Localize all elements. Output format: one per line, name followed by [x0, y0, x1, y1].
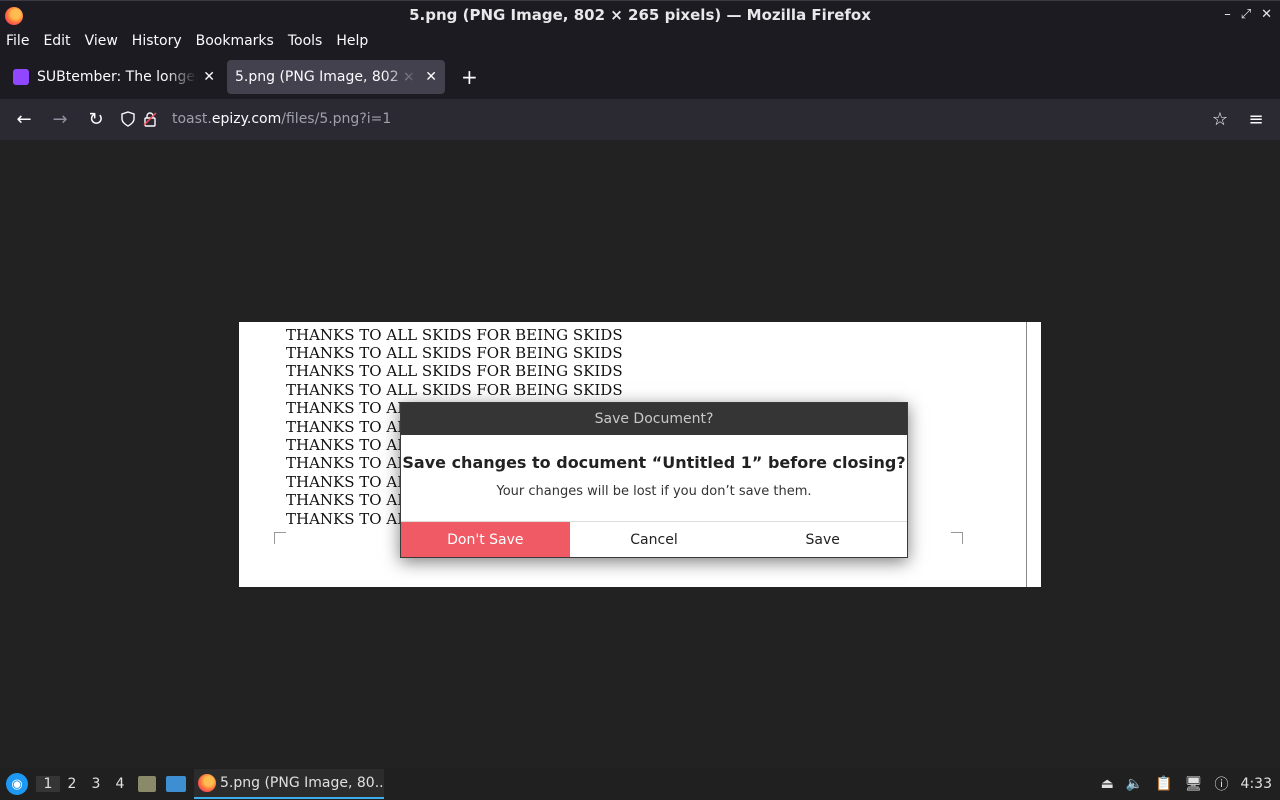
- back-button[interactable]: ←: [6, 104, 42, 136]
- menu-edit[interactable]: Edit: [43, 33, 70, 49]
- clock[interactable]: 4:33: [1241, 776, 1272, 792]
- tab-subtember[interactable]: SUBtember: The longer the ✕: [5, 60, 223, 94]
- menu-view[interactable]: View: [85, 33, 118, 49]
- menu-file[interactable]: File: [6, 33, 29, 49]
- tab-label: 5.png (PNG Image, 802 × 265: [235, 69, 419, 85]
- navigation-toolbar: ← → ↻ toast.epizy.com/files/5.png?i=1 ☆ …: [0, 99, 1280, 140]
- window-titlebar: 5.png (PNG Image, 802 × 265 pixels) — Mo…: [0, 0, 1280, 29]
- network-icon[interactable]: 🖥: [1185, 776, 1203, 792]
- taskbar: ◉ 1 2 3 4 5.png (PNG Image, 80... ⏏ 🔈 📋 …: [0, 768, 1280, 800]
- firefox-icon: [5, 7, 23, 25]
- dialog-title: Save Document?: [401, 403, 907, 435]
- task-label: 5.png (PNG Image, 80...: [220, 775, 384, 791]
- reload-button[interactable]: ↻: [78, 104, 114, 136]
- app-menu-icon[interactable]: ≡: [1238, 104, 1274, 136]
- tab-strip: SUBtember: The longer the ✕ 5.png (PNG I…: [0, 55, 1280, 99]
- system-tray: ⏏ 🔈 📋 🖥 ⓘ 4:33: [1101, 768, 1280, 800]
- tab-label: SUBtember: The longer the: [37, 69, 198, 85]
- window-title: 5.png (PNG Image, 802 × 265 pixels) — Mo…: [409, 6, 871, 24]
- volume-icon[interactable]: 🔈: [1126, 776, 1143, 792]
- workspace-1[interactable]: 1: [36, 776, 60, 792]
- url-prefix: toast.: [172, 111, 212, 127]
- maximize-button[interactable]: ⤢: [1241, 7, 1251, 22]
- dont-save-button[interactable]: Don't Save: [401, 522, 570, 557]
- desktop-icon[interactable]: [166, 776, 186, 792]
- save-button[interactable]: Save: [738, 522, 907, 557]
- app-launcher-icon[interactable]: ◉: [6, 773, 28, 795]
- lock-icon[interactable]: [142, 111, 158, 127]
- page-content: THANKS TO ALL SKIDS FOR BEING SKIDS THAN…: [0, 140, 1280, 768]
- minimize-button[interactable]: –: [1224, 7, 1231, 22]
- taskbar-firefox-item[interactable]: 5.png (PNG Image, 80...: [194, 769, 384, 799]
- close-tab-icon[interactable]: ✕: [425, 69, 437, 85]
- menu-help[interactable]: Help: [336, 33, 368, 49]
- corner-mark: [951, 532, 963, 544]
- corner-mark: [274, 532, 286, 544]
- image-edge-line: [1026, 322, 1027, 587]
- dialog-buttons: Don't Save Cancel Save: [401, 521, 907, 557]
- image-text-line: THANKS TO ALL SKIDS FOR BEING SKIDS: [286, 362, 623, 380]
- menu-history[interactable]: History: [132, 33, 182, 49]
- close-tab-icon[interactable]: ✕: [203, 69, 215, 85]
- save-document-dialog: Save Document? Save changes to document …: [400, 402, 908, 558]
- menu-tools[interactable]: Tools: [288, 33, 323, 49]
- file-manager-icon[interactable]: [138, 776, 156, 792]
- tab-5png[interactable]: 5.png (PNG Image, 802 × 265 ✕: [227, 60, 445, 94]
- menu-bar: File Edit View History Bookmarks Tools H…: [0, 29, 1280, 53]
- notification-icon[interactable]: ⓘ: [1215, 774, 1229, 794]
- workspace-3[interactable]: 3: [84, 776, 108, 792]
- image-text-line: THANKS TO ALL SKIDS FOR BEING SKIDS: [286, 344, 623, 362]
- window-controls: – ⤢ ✕: [1224, 7, 1272, 22]
- url-domain: epizy.com: [211, 111, 282, 127]
- clipboard-icon[interactable]: 📋: [1155, 776, 1172, 792]
- menu-bookmarks[interactable]: Bookmarks: [196, 33, 274, 49]
- cancel-button[interactable]: Cancel: [570, 522, 739, 557]
- workspace-4[interactable]: 4: [108, 776, 132, 792]
- close-window-button[interactable]: ✕: [1261, 7, 1272, 22]
- tracking-protection-icon[interactable]: [120, 111, 136, 127]
- url-path: /files/5.png?i=1: [281, 111, 392, 127]
- dialog-heading: Save changes to document “Untitled 1” be…: [402, 453, 906, 472]
- tray-storage-icon[interactable]: ⏏: [1101, 776, 1114, 792]
- workspace-2[interactable]: 2: [60, 776, 84, 792]
- forward-button[interactable]: →: [42, 104, 78, 136]
- image-text-line: THANKS TO ALL SKIDS FOR BEING SKIDS: [286, 326, 623, 344]
- twitch-icon: [13, 69, 29, 85]
- new-tab-button[interactable]: +: [461, 65, 478, 89]
- url-bar[interactable]: toast.epizy.com/files/5.png?i=1 ☆: [120, 104, 1240, 134]
- bookmark-star-icon[interactable]: ☆: [1212, 109, 1228, 130]
- dialog-message: Your changes will be lost if you don’t s…: [496, 484, 812, 499]
- image-text-line: THANKS TO ALL SKIDS FOR BEING SKIDS: [286, 381, 623, 399]
- url-text[interactable]: toast.epizy.com/files/5.png?i=1: [172, 111, 391, 127]
- firefox-icon: [198, 774, 216, 792]
